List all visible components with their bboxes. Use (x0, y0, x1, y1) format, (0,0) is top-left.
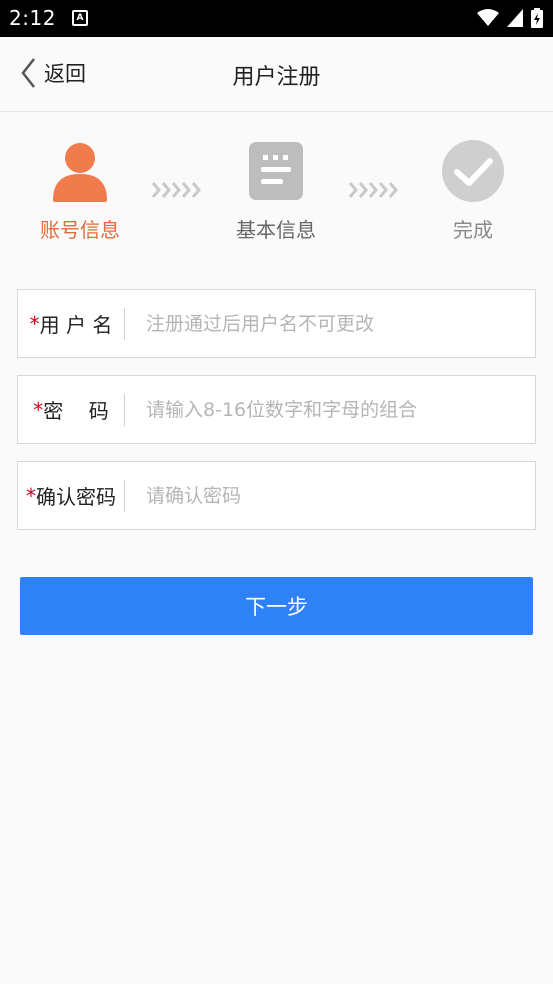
step-label: 基本信息 (236, 218, 316, 242)
user-icon (53, 143, 107, 202)
field-divider (124, 394, 125, 426)
username-field: * 用 户 名 (17, 289, 536, 358)
chevrons-right-icon (151, 182, 201, 198)
username-label-text: 用 户 名 (39, 313, 113, 337)
chevrons-right-icon (348, 182, 398, 198)
status-time: 2:12 (9, 6, 56, 30)
password-label: * 密 码 (18, 376, 124, 443)
confirm-password-label: * 确认密码 (18, 462, 124, 529)
page-title: 用户注册 (232, 65, 321, 90)
username-label: * 用 户 名 (18, 290, 124, 357)
system-icons (477, 8, 543, 28)
app-header: 返回 用户注册 (0, 37, 553, 112)
field-divider (124, 308, 125, 340)
step-label: 完成 (453, 218, 493, 242)
password-input[interactable] (146, 376, 526, 443)
step-label: 账号信息 (40, 218, 120, 242)
password-label-text: 密 码 (43, 399, 109, 423)
field-divider (124, 480, 125, 512)
step-account-info: 账号信息 (20, 138, 140, 243)
password-field: * 密 码 (17, 375, 536, 444)
confirm-password-field: * 确认密码 (17, 461, 536, 530)
signal-icon (507, 9, 523, 27)
document-icon (249, 142, 303, 200)
next-step-button[interactable]: 下一步 (20, 577, 533, 635)
required-star: * (33, 397, 44, 422)
confirm-password-label-text: 确认密码 (36, 485, 116, 509)
step-complete: 完成 (413, 138, 533, 243)
confirm-password-input[interactable] (146, 462, 526, 529)
battery-icon (531, 8, 543, 28)
required-star: * (26, 483, 36, 508)
notification-icon: A (72, 10, 88, 26)
required-star: * (29, 311, 40, 336)
status-bar: 2:12 A (0, 0, 553, 37)
username-input[interactable] (146, 290, 526, 357)
wifi-icon (477, 9, 499, 26)
step-basic-info: 基本信息 (216, 138, 336, 243)
check-circle-icon (442, 140, 504, 202)
registration-steps: 账号信息 基本信息 完成 (0, 138, 553, 248)
